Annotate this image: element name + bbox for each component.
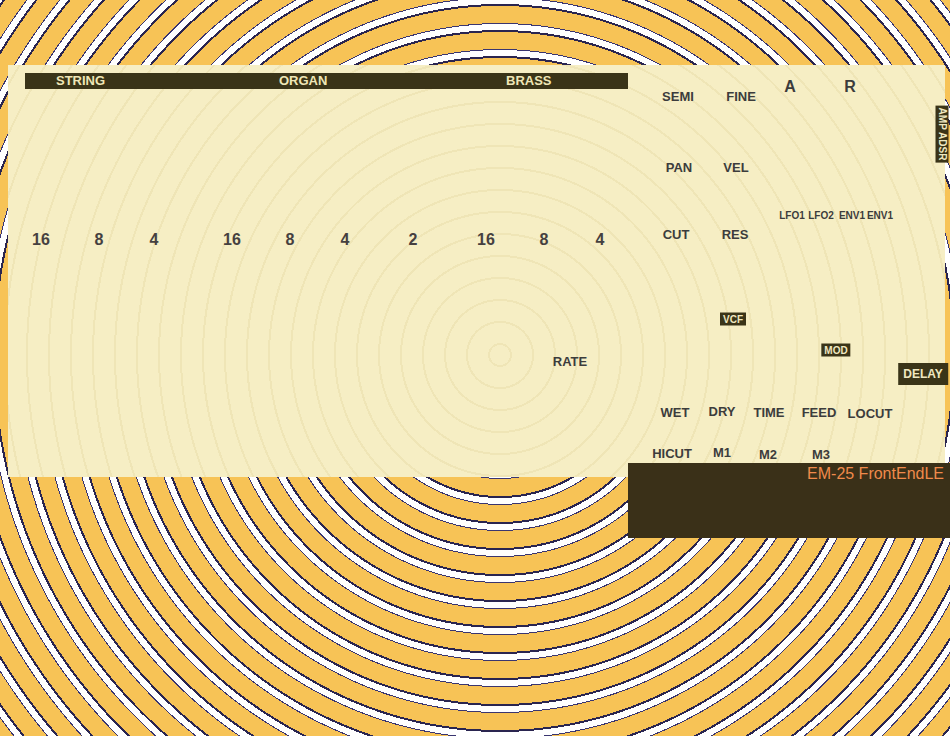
footage-label[interactable]: 8 xyxy=(286,231,295,249)
control-label[interactable]: FEED xyxy=(802,405,837,420)
footage-label[interactable]: 8 xyxy=(95,231,104,249)
control-label[interactable]: LOCUT xyxy=(848,406,893,421)
control-label[interactable]: M2 xyxy=(759,447,777,462)
section-label: STRING xyxy=(56,73,105,89)
synth-window: STRING ORGAN BRASS 16 8 4 16 8 4 2 16 8 4 SEMI FINE A R P… xyxy=(0,0,950,736)
section-badge: DELAY xyxy=(898,363,948,385)
footage-label[interactable]: 4 xyxy=(596,231,605,249)
control-label[interactable]: SEMI xyxy=(662,89,694,104)
control-label[interactable]: RATE xyxy=(553,354,587,369)
section-label: ORGAN xyxy=(279,73,327,89)
section-badge: MOD xyxy=(821,344,850,357)
control-label[interactable]: ENV1 xyxy=(867,210,893,221)
control-label[interactable]: DRY xyxy=(709,404,736,419)
section-label: BRASS xyxy=(506,73,552,89)
footage-label[interactable]: 4 xyxy=(341,231,350,249)
control-label[interactable]: FINE xyxy=(726,89,756,104)
footage-label[interactable]: 16 xyxy=(223,231,241,249)
footage-label[interactable]: 8 xyxy=(540,231,549,249)
section-header-bar: STRING ORGAN BRASS xyxy=(25,73,628,89)
control-label[interactable]: TIME xyxy=(753,405,784,420)
control-label[interactable]: M1 xyxy=(713,445,731,460)
product-plate: EM-25 FrontEndLE xyxy=(628,463,950,538)
control-label[interactable]: LFO1 xyxy=(779,210,805,221)
footage-label[interactable]: 4 xyxy=(150,231,159,249)
product-name: EM-25 FrontEndLE xyxy=(807,465,944,483)
control-label[interactable]: PAN xyxy=(666,160,692,175)
control-label[interactable]: RES xyxy=(722,227,749,242)
control-label[interactable]: HICUT xyxy=(652,446,692,461)
section-badge: AMP ADSR xyxy=(936,106,949,163)
footage-label[interactable]: 2 xyxy=(409,231,418,249)
control-label[interactable]: ENV1 xyxy=(839,210,865,221)
footage-label[interactable]: 16 xyxy=(32,231,50,249)
control-label[interactable]: WET xyxy=(661,405,690,420)
control-label[interactable]: CUT xyxy=(663,227,690,242)
control-label[interactable]: A xyxy=(784,78,796,96)
control-label[interactable]: LFO2 xyxy=(808,210,834,221)
control-label[interactable]: M3 xyxy=(812,447,830,462)
control-label[interactable]: R xyxy=(844,78,856,96)
control-label[interactable]: VEL xyxy=(723,160,748,175)
footage-label[interactable]: 16 xyxy=(477,231,495,249)
section-badge: VCF xyxy=(720,313,746,326)
